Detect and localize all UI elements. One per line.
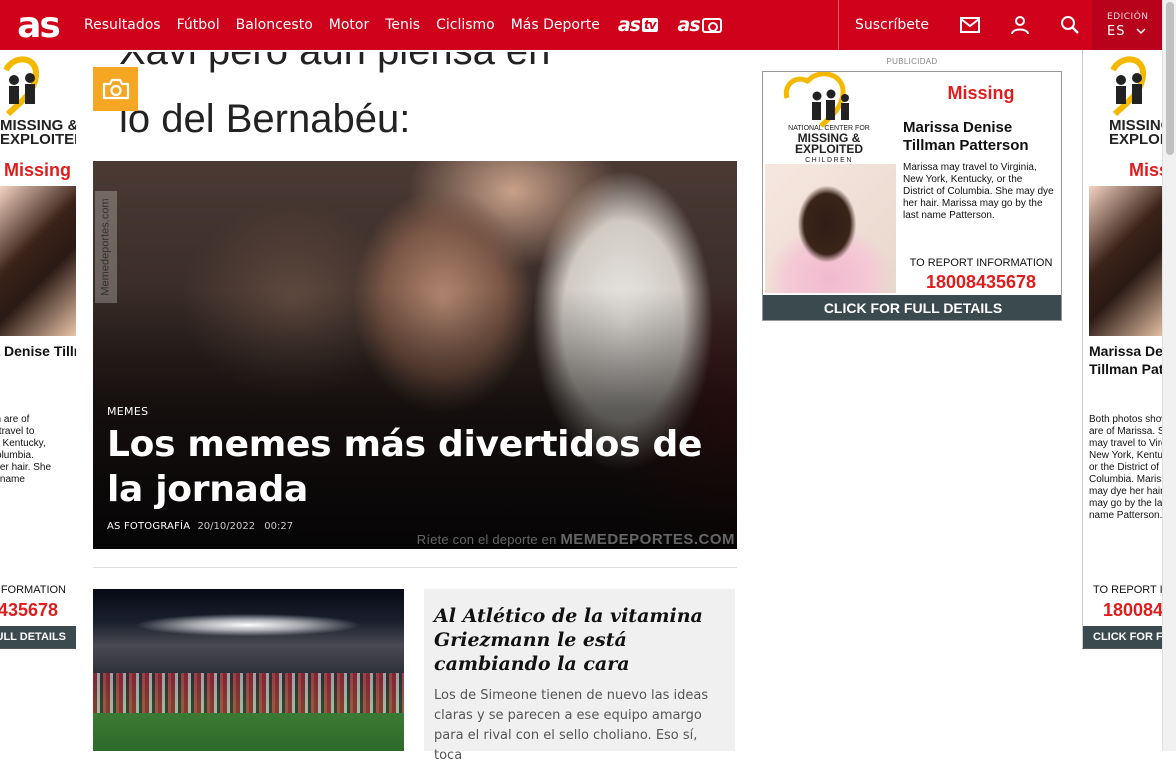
byline-time: 00:27 [264,521,294,532]
missing-child-photo [765,164,896,293]
right-side-ad-content: MISSING & EXPLOITED Missing Marissa Deni… [1083,50,1162,648]
svg-text:EXPLOITED: EXPLOITED [795,142,863,156]
nav-item-tenis[interactable]: Tenis [385,17,420,33]
top-navigation-bar: as Resultados Fútbol Baloncesto Motor Te… [0,0,1162,50]
ncmec-logo: MISSING & EXPLOITED [1083,50,1162,148]
stadium-crowd [93,673,404,713]
side-ad-description: Both photos shown are of Marissa. She ma… [0,414,52,485]
chevron-down-icon [1136,27,1146,34]
scrollbar-thumb[interactable] [1166,2,1174,155]
search-icon[interactable] [1045,0,1095,50]
article-kicker[interactable]: MEMES [107,405,727,418]
nav-item-resultados[interactable]: Resultados [84,17,161,33]
edition-value: ES [1107,24,1162,39]
side-ad-report: TO REPORT INFORMATION [1093,584,1162,596]
side-ad-phone: 18008435678 [1103,600,1162,620]
left-side-ad-content: MISSING & EXPLOITED Missing Marissa Deni… [0,50,76,648]
article-2-card: Al Atlético de la vitamina Griezmann le … [424,589,735,763]
article-2-body: Los de Simeone tienen de nuevo las ideas… [434,688,709,763]
main-nav: Resultados Fútbol Baloncesto Motor Tenis… [76,0,732,50]
side-ad-name: Marissa Denise Tillman Patterson [1089,343,1162,377]
side-ad-cta: CLICK FOR FULL DETAILS [0,626,76,648]
missing-child-ad[interactable]: NATIONAL CENTER FOR MISSING & EXPLOITED … [762,71,1062,321]
side-ad-name: Marissa Denise Tillman Patterson [0,343,76,359]
ncmec-logo: NATIONAL CENTER FOR MISSING & EXPLOITED … [783,72,870,164]
nav-item-mas-deporte[interactable]: Más Deporte [511,17,600,33]
byline-date: 20/10/2022 [197,521,256,532]
svg-text:CHILDREN: CHILDREN [805,157,853,164]
side-ad-description: Both photos shown are of Marissa. She ma… [1089,414,1162,521]
ad-report-label: TO REPORT INFORMATION [909,257,1053,269]
section-divider [93,567,737,568]
svg-text:EXPLOITED: EXPLOITED [0,131,76,148]
ad-missing-title: Missing [947,83,1015,103]
pitch [93,713,404,751]
svg-text:EXPLOITED: EXPLOITED [1109,131,1162,148]
mail-icon[interactable] [945,0,995,50]
as-foto-text: as [677,14,701,36]
byline-author[interactable]: AS FOTOGRAFÍA [107,521,190,532]
camera-icon [701,17,722,33]
subscribe-link[interactable]: Suscríbete [839,17,945,33]
side-ad-cta: CLICK FOR FULL DETAILS [1083,626,1162,648]
article-2-title[interactable]: Al Atlético de la vitamina Griezmann le … [434,604,725,676]
as-foto-link[interactable]: as [678,14,722,36]
side-watermark: Memedeportes.com [95,191,117,303]
ad-label: PUBLICIDAD [886,57,938,66]
ncmec-logo: MISSING & EXPLOITED [0,50,76,148]
side-ad-report: TO REPORT INFORMATION [0,584,66,596]
article-2-image[interactable] [93,589,404,751]
edition-selector[interactable]: EDICIÓN ES [1092,0,1162,50]
as-tv-tag: tv [641,18,658,32]
vertical-scrollbar[interactable] [1162,0,1176,751]
ad-person-name: Marissa Denise Tillman Patterson [903,119,1029,154]
nav-item-motor[interactable]: Motor [329,17,369,33]
edition-label: EDICIÓN [1107,11,1149,22]
side-ad-photo [0,186,76,336]
side-ad-photo [1089,186,1162,336]
camera-icon [102,78,129,100]
hero-text-block: MEMES Los memes más divertidos de la jor… [107,405,727,532]
ad-description: Marissa may travel to Virginia, New York… [903,162,1054,221]
photo-gallery-badge[interactable] [93,67,138,111]
hero-article[interactable]: Xavi pero aún piensa en lo del Bernabéu:… [93,50,737,549]
side-ad-phone: 18008435678 [0,600,58,620]
bottom-watermark: Ríete con el deporte en MEMEDEPORTES.COM [416,531,735,548]
left-side-ad[interactable]: MISSING & EXPLOITED Missing Marissa Deni… [0,50,76,649]
right-side-ad[interactable]: MISSING & EXPLOITED Missing Marissa Deni… [1082,50,1162,649]
nav-item-futbol[interactable]: Fútbol [177,17,220,33]
ad-phone: 18008435678 [925,272,1037,292]
hero-headline[interactable]: Los memes más divertidos de la jornada [107,422,727,512]
nav-item-baloncesto[interactable]: Baloncesto [236,17,313,33]
as-tv-text: as [617,14,641,36]
side-ad-missing-title: Missing [4,160,72,180]
nav-item-ciclismo[interactable]: Ciclismo [436,17,495,33]
ad-cta-button[interactable]: CLICK FOR FULL DETAILS [763,295,1061,320]
meme-caption: Xavi pero aún piensa en lo del Bernabéu: [119,52,550,141]
user-icon[interactable] [995,0,1045,50]
side-ad-missing-title: Missing [1129,160,1162,180]
as-tv-link[interactable]: as tv [618,14,658,36]
as-logo[interactable]: as [0,0,76,50]
meme-caption-area: Xavi pero aún piensa en lo del Bernabéu: [93,50,737,161]
header-actions: Suscríbete [838,0,1095,50]
